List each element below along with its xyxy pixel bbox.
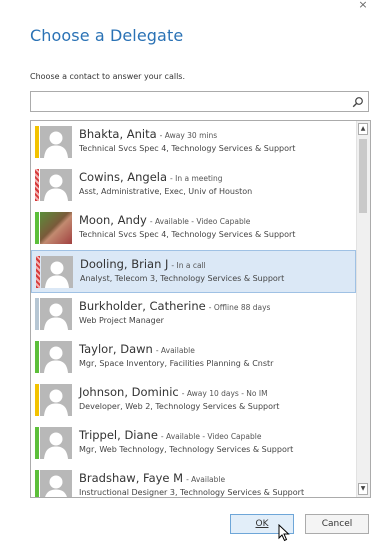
search-input[interactable] xyxy=(30,91,369,112)
presence-indicator xyxy=(35,470,39,497)
contact-photo xyxy=(40,212,72,244)
contact-row[interactable]: Burkholder, Catherine - Offline 88 days We… xyxy=(31,293,356,336)
contact-detail: Mgr, Web Technology, Technology Services… xyxy=(79,445,294,454)
contact-name-line: Bhakta, Anita - Away 30 mins xyxy=(79,127,217,141)
contact-name: Cowins, Angela xyxy=(79,170,168,184)
instruction-text: Choose a contact to answer your calls. xyxy=(30,72,186,81)
presence-indicator xyxy=(35,126,39,158)
presence-indicator xyxy=(35,212,39,244)
contact-name: Burkholder, Catherine xyxy=(79,299,206,313)
contact-name: Trippel, Diane xyxy=(79,428,158,442)
contact-row[interactable]: Bhakta, Anita - Away 30 mins Technical Svc… xyxy=(31,121,356,164)
contact-name-line: Moon, Andy - Available - Video Capable xyxy=(79,213,250,227)
contact-detail: Web Project Manager xyxy=(79,316,164,325)
contact-name-line: Burkholder, Catherine - Offline 88 days xyxy=(79,299,270,313)
presence-indicator xyxy=(36,256,40,288)
contact-detail: Developer, Web 2, Technology Services & … xyxy=(79,402,280,411)
presence-indicator xyxy=(35,169,39,201)
contact-detail: Technical Svcs Spec 4, Technology Servic… xyxy=(79,230,296,239)
avatar-placeholder-icon xyxy=(40,470,72,497)
contact-status: - Available - Video Capable xyxy=(160,432,262,441)
contact-status: - Away 10 days - No IM xyxy=(181,389,268,398)
contact-row[interactable]: Moon, Andy - Available - Video Capable Tec… xyxy=(31,207,356,250)
contact-row[interactable]: Bradshaw, Faye M- Available Instructional… xyxy=(31,465,356,497)
dialog-title: Choose a Delegate xyxy=(30,26,184,45)
contact-row[interactable]: Trippel, Diane - Available - Video Capabl… xyxy=(31,422,356,465)
avatar-placeholder-icon xyxy=(40,427,72,459)
contact-status: - Available - Video Capable xyxy=(149,217,251,226)
contact-detail: Instructional Designer 3, Technology Ser… xyxy=(79,488,305,497)
contact-name-line: Cowins, Angela - In a meeting xyxy=(79,170,223,184)
contact-list: Bhakta, Anita - Away 30 mins Technical Svc… xyxy=(30,120,371,498)
contact-name: Bradshaw, Faye M xyxy=(79,471,184,485)
contact-name-line: Taylor, Dawn - Available xyxy=(79,342,195,356)
contact-name: Taylor, Dawn xyxy=(79,342,153,356)
contact-name-line: Johnson, Dominic - Away 10 days - No IM xyxy=(79,385,268,399)
contact-row[interactable]: Taylor, Dawn - Available Mgr, Space Invent… xyxy=(31,336,356,379)
contact-status: - Offline 88 days xyxy=(208,303,271,312)
avatar-placeholder-icon xyxy=(40,126,72,158)
contact-detail: Asst, Administrative, Exec, Univ of Hous… xyxy=(79,187,253,196)
ok-button-label: OK xyxy=(255,519,269,529)
avatar-placeholder-icon xyxy=(40,341,72,373)
scroll-down-button[interactable]: ▼ xyxy=(358,483,368,495)
presence-indicator xyxy=(35,427,39,459)
contact-detail: Analyst, Telecom 3, Technology Services … xyxy=(80,274,285,283)
contact-row[interactable]: Dooling, Brian J- In a call Analyst, Tele… xyxy=(31,250,356,293)
contact-name-line: Trippel, Diane - Available - Video Capabl… xyxy=(79,428,261,442)
cancel-button[interactable]: Cancel xyxy=(305,514,369,534)
search-icon[interactable] xyxy=(352,96,364,108)
avatar-placeholder-icon xyxy=(40,169,72,201)
contact-rows: Bhakta, Anita - Away 30 mins Technical Svc… xyxy=(31,121,356,497)
contact-status: - In a call xyxy=(171,261,206,270)
contact-status: - Available xyxy=(155,346,195,355)
contact-detail: Technical Svcs Spec 4, Technology Servic… xyxy=(79,144,296,153)
presence-indicator xyxy=(35,341,39,373)
contact-status: - In a meeting xyxy=(170,174,223,183)
contact-row[interactable]: Cowins, Angela - In a meeting Asst, Admini… xyxy=(31,164,356,207)
choose-delegate-dialog: × Choose a Delegate Choose a contact to … xyxy=(0,0,372,544)
contact-name: Moon, Andy xyxy=(79,213,147,227)
avatar-placeholder-icon xyxy=(40,384,72,416)
contact-status: - Available xyxy=(186,475,226,484)
scroll-thumb[interactable] xyxy=(359,139,367,213)
contact-name: Johnson, Dominic xyxy=(79,385,179,399)
close-icon[interactable]: × xyxy=(356,0,370,12)
scrollbar[interactable]: ▲ ▼ xyxy=(356,121,370,497)
contact-name: Dooling, Brian J xyxy=(80,257,169,271)
avatar-placeholder-icon xyxy=(40,298,72,330)
contact-status: - Away 30 mins xyxy=(159,131,218,140)
contact-name-line: Dooling, Brian J- In a call xyxy=(80,257,206,271)
scroll-up-button[interactable]: ▲ xyxy=(358,123,368,135)
presence-indicator xyxy=(35,298,39,330)
contact-name: Bhakta, Anita xyxy=(79,127,157,141)
contact-row[interactable]: Johnson, Dominic - Away 10 days - No IM De… xyxy=(31,379,356,422)
contact-name-line: Bradshaw, Faye M- Available xyxy=(79,471,225,485)
contact-detail: Mgr, Space Inventory, Facilities Plannin… xyxy=(79,359,274,368)
presence-indicator xyxy=(35,384,39,416)
mouse-cursor-icon xyxy=(278,524,290,542)
avatar-placeholder-icon xyxy=(41,256,73,288)
